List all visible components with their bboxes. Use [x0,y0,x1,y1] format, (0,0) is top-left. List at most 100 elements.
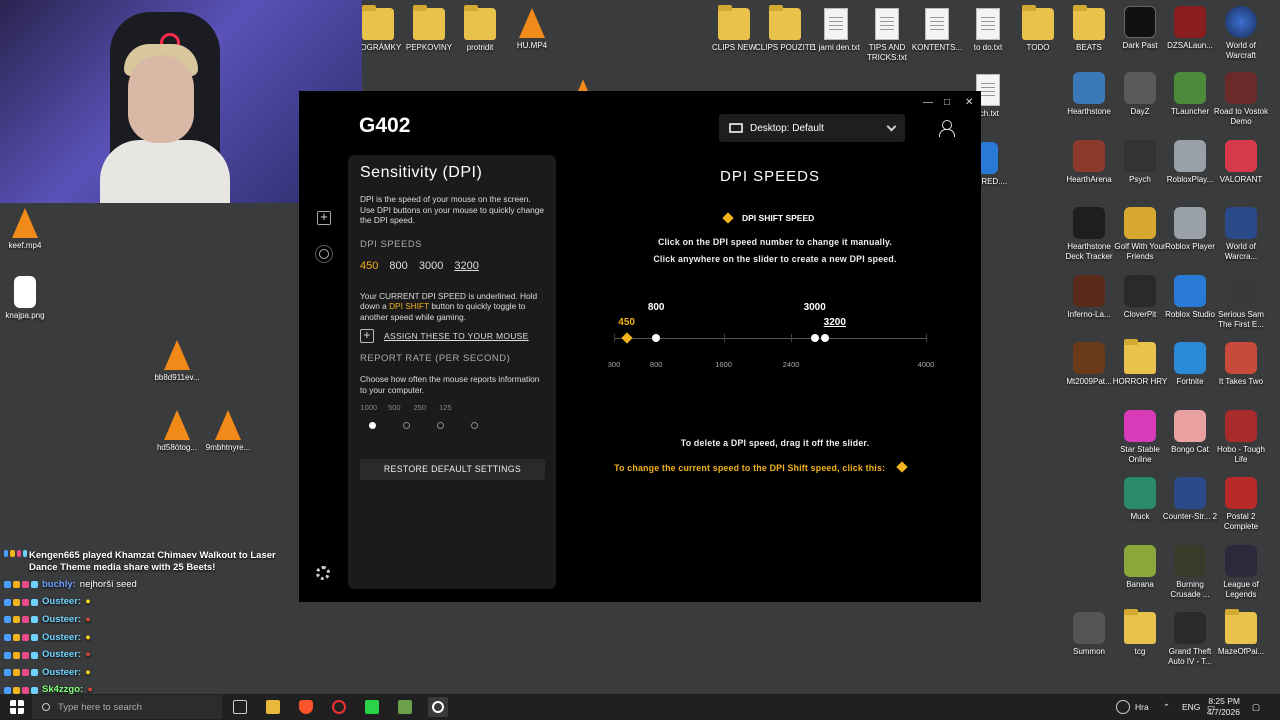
desktop-icon[interactable]: League of Legends [1211,544,1271,600]
ghub-taskbar-icon[interactable] [428,697,448,717]
text-file-icon [875,8,899,40]
search-box[interactable]: Type here to search [32,695,222,719]
desktop-icon[interactable]: World of Warcraft [1211,6,1271,61]
app-icon [1174,207,1206,239]
dpi-shift-legend: DPI SHIFT SPEED [722,212,814,224]
app-icon [1174,544,1206,577]
desktop-icon-glyph [729,123,743,133]
desktop-icon[interactable]: Road to Vostok Demo [1211,72,1271,127]
chat-badge-icon [22,616,29,624]
desktop-icon[interactable]: Postal 2 Complete [1211,477,1271,532]
chat-badge-icon [13,616,20,624]
file-explorer-icon[interactable] [266,700,280,714]
vlc-icon [12,208,38,238]
app-icon [1124,409,1156,442]
dpi-speed-item[interactable]: 800 [389,260,407,272]
search-icon [42,703,50,711]
brave-browser-icon[interactable] [299,700,313,714]
dpi-speed-item[interactable]: 450 [360,260,378,272]
app-icon [1124,544,1156,577]
desktop-icon[interactable]: Serious Sam The First E... [1211,274,1271,330]
kick-icon[interactable] [365,700,379,714]
chat-badge-icon [31,598,38,606]
app-icon [1124,477,1156,509]
maximize-button[interactable]: □ [944,97,950,108]
desktop-icon[interactable]: knajpa.png [0,276,55,321]
dpi-handle[interactable] [820,334,829,342]
slider-track[interactable] [614,338,926,339]
desktop-icon[interactable]: 9mbhtnyre... [198,410,258,453]
dpi-value-label[interactable]: 3000 [804,302,826,313]
restore-defaults-button[interactable]: RESTORE DEFAULT SETTINGS [360,459,545,480]
desktop-icon[interactable]: bb8d911ev... [147,340,207,383]
desktop-icon[interactable]: protridit [450,5,510,53]
desktop-icon[interactable]: It Takes Two [1211,342,1271,387]
folder-icon [413,5,445,40]
app-icon [1073,72,1105,104]
weather-icon[interactable] [1116,700,1130,714]
folder-icon [362,5,394,40]
report-rate-description: Choose how often the mouse reports infor… [360,374,540,395]
dpi-handle[interactable] [810,334,819,342]
vlc-icon [215,410,241,440]
dpi-value-label[interactable]: 3200 [824,317,846,328]
dpi-shift-handle[interactable] [620,332,633,344]
close-button[interactable]: ✕ [965,97,973,108]
hint-text: Click on the DPI speed number to change … [657,237,893,247]
chevron-down-icon [886,121,897,131]
panel-title: Sensitivity (DPI) [360,164,483,181]
folder-icon [718,5,750,40]
text-file-icon [976,8,1000,40]
chat-badge-icon [31,634,38,642]
report-rate-radio[interactable] [403,422,410,429]
chat-message: Ousteer: ● [4,611,294,629]
desktop-icon[interactable]: VALORANT [1211,139,1271,185]
obs-icon[interactable] [332,700,346,714]
start-icon[interactable] [10,700,24,714]
minecraft-icon[interactable] [398,700,412,714]
desktop-icon[interactable]: Hobo - Tough Life [1211,409,1271,465]
minimize-button[interactable]: — [923,97,933,108]
chat-message: buchly: nejhorší seed [4,576,294,594]
diamond-icon [722,212,734,224]
dpi-speed-item-current[interactable]: 3200 [454,260,478,272]
product-name: G402 [359,114,411,137]
app-icon [1124,339,1156,374]
task-view-icon[interactable] [233,700,247,714]
add-icon[interactable] [317,209,331,225]
lighting-icon[interactable] [319,249,329,259]
dpi-speed-item[interactable]: 3000 [419,260,443,272]
report-rate-radio[interactable] [437,422,444,429]
gear-icon[interactable] [316,566,330,580]
user-icon[interactable] [939,120,955,137]
desktop-icon[interactable]: HU.MP4 [502,8,562,51]
dpi-slider[interactable]: 300 800 1600 2400 4000 450 800 3000 3200 [608,300,935,375]
dpi-handle[interactable] [652,334,661,342]
chevron-up-icon[interactable]: ⌃ [1163,694,1170,720]
weather-label[interactable]: Hra [1135,694,1149,720]
sensitivity-panel: Sensitivity (DPI) DPI is the speed of yo… [348,155,556,589]
profile-selector[interactable]: Desktop: Default [719,114,905,142]
desktop-icon[interactable]: MazeOfPai... [1211,609,1271,657]
chat-badge-icon [22,598,29,606]
desktop-icon[interactable]: World of Warcra... [1211,207,1271,262]
folder-icon [464,5,496,40]
app-icon [1174,274,1206,307]
report-rate-radio[interactable] [369,422,376,429]
notification-icon[interactable]: ▢ [1252,694,1260,720]
chat-badge-icon [4,686,11,694]
report-rate-radio[interactable] [471,422,478,429]
chat-message: Ousteer: ● [4,594,294,612]
dpi-value-label[interactable]: 450 [618,317,635,328]
dpi-value-label[interactable]: 800 [648,302,665,313]
slider-tick-label: 800 [649,360,663,369]
language-indicator[interactable]: ENG [1182,694,1200,720]
assign-to-mouse-button[interactable]: ASSIGN THESE TO YOUR MOUSE [360,328,544,343]
set-shift-diamond-icon[interactable] [896,461,908,473]
chat-badge-icon [13,669,20,677]
desktop-icon[interactable]: keef.mp4 [0,208,55,251]
clock[interactable]: 8:25 PM 4/7/2026 [1204,696,1240,718]
chat-badge-icon [4,651,11,659]
app-icon [1174,72,1206,104]
shift-hint: To change the current speed to the DPI S… [545,461,975,473]
